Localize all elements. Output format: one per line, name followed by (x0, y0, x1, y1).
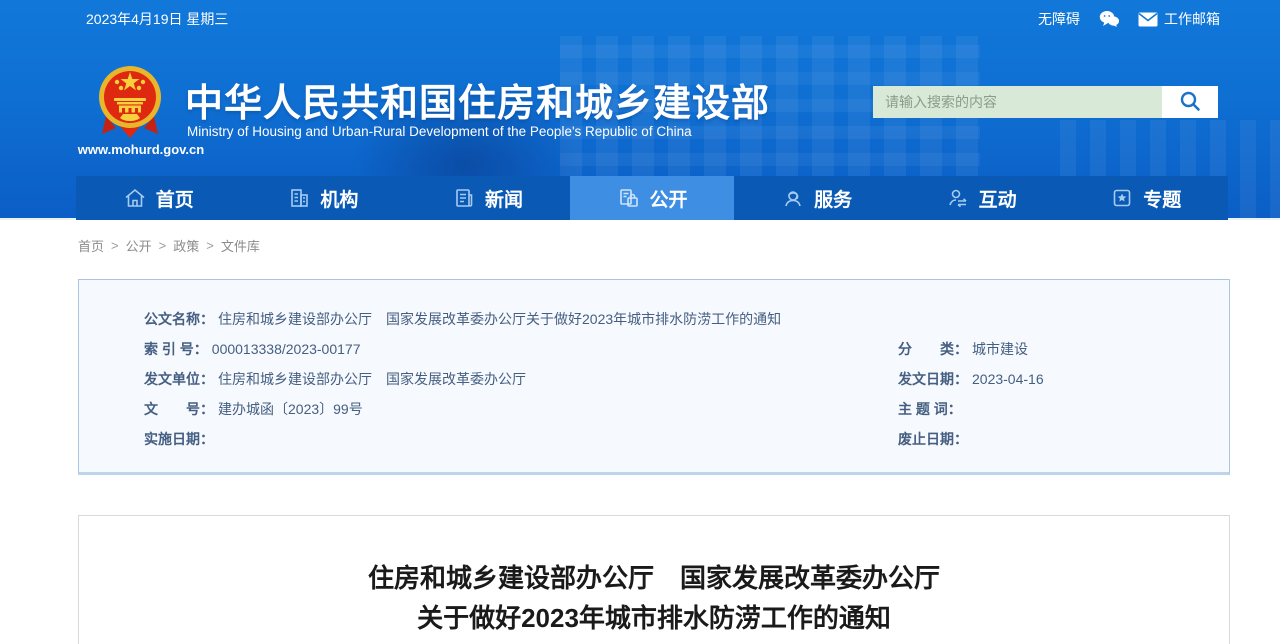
nav-tab-label: 专题 (1143, 189, 1182, 211)
keywords-label: 主 题 词： (898, 401, 962, 417)
home-icon (123, 186, 147, 210)
nav-tab-services[interactable]: 服务 (734, 176, 899, 220)
search-input[interactable] (873, 86, 1162, 118)
issue-date-label: 发文日期： (898, 371, 968, 387)
category-label: 分 类： (898, 341, 968, 357)
nav-tab-institutions[interactable]: 机构 (241, 176, 406, 220)
interaction-icon (946, 186, 970, 210)
index-no-value: 000013338/2023-00177 (211, 341, 361, 357)
repeal-date-label: 废止日期： (898, 431, 968, 447)
doc-number-value: 建办城函〔2023〕99号 (218, 401, 363, 417)
building-icon (287, 186, 311, 210)
breadcrumb-separator: > (158, 238, 167, 253)
current-date: 2023年4月19日 星期三 (86, 11, 229, 27)
meta-row-number-keywords: 文 号： 建办城函〔2023〕99号 主 题 词： (144, 394, 1189, 424)
nav-tab-label: 机构 (320, 189, 359, 211)
meta-row-impl-repeal: 实施日期： 废止日期： (144, 424, 1189, 454)
nav-tab-news[interactable]: 新闻 (405, 176, 570, 220)
wechat-icon[interactable] (1098, 10, 1120, 28)
service-icon (781, 186, 805, 210)
nav-tab-disclosure[interactable]: 公开 (569, 176, 735, 220)
breadcrumb-home[interactable]: 首页 (78, 236, 104, 255)
impl-date-label: 实施日期： (144, 431, 214, 447)
main-nav: 首页 机构 新闻 公开 服务 互动 专题 (76, 176, 1228, 220)
breadcrumb-separator: > (206, 238, 214, 253)
site-search (873, 86, 1218, 118)
site-title-english: Ministry of Housing and Urban-Rural Deve… (187, 124, 692, 139)
nav-tab-label: 服务 (814, 189, 853, 211)
index-no-label: 索 引 号： (144, 341, 208, 357)
issuing-unit-value: 住房和城乡建设部办公厅 国家发展改革委办公厅 (218, 371, 526, 387)
issuing-unit-label: 发文单位： (144, 371, 214, 387)
accessibility-link[interactable]: 无障碍 (1038, 9, 1080, 29)
document-content-box: 住房和城乡建设部办公厅 国家发展改革委办公厅 关于做好2023年城市排水防涝工作… (78, 515, 1230, 644)
document-title-line1: 住房和城乡建设部办公厅 国家发展改革委办公厅 (367, 563, 940, 593)
site-title: 中华人民共和国住房和城乡建设部 (185, 83, 771, 125)
site-url: www.mohurd.gov.cn (77, 142, 205, 157)
nav-tab-label: 互动 (978, 189, 1017, 211)
nav-tab-topics[interactable]: 专题 (1063, 176, 1228, 220)
nav-tab-label: 新闻 (484, 189, 523, 211)
search-icon (1179, 90, 1201, 115)
disclosure-icon (617, 186, 641, 210)
meta-row-index-category: 索 引 号： 000013338/2023-00177 分 类： 城市建设 (144, 334, 1189, 364)
envelope-icon (1138, 12, 1158, 27)
topics-icon (1110, 186, 1134, 210)
nav-tab-home[interactable]: 首页 (76, 176, 241, 220)
nav-tab-label: 首页 (155, 189, 194, 211)
top-utility-bar: 2023年4月19日 星期三 无障碍 工作邮箱 (0, 0, 1280, 38)
doc-number-label: 文 号： (144, 401, 214, 417)
doc-name-value: 住房和城乡建设部办公厅 国家发展改革委办公厅关于做好2023年城市排水防涝工作的… (218, 311, 782, 327)
meta-row-unit-date: 发文单位： 住房和城乡建设部办公厅 国家发展改革委办公厅 发文日期： 2023-… (144, 364, 1189, 394)
doc-name-label: 公文名称： (144, 311, 214, 327)
meta-row-doc-name: 公文名称： 住房和城乡建设部办公厅 国家发展改革委办公厅关于做好2023年城市排… (144, 304, 1189, 334)
breadcrumb-disclosure[interactable]: 公开 (126, 236, 152, 255)
search-button[interactable] (1162, 86, 1218, 118)
breadcrumb-policy[interactable]: 政策 (173, 236, 199, 255)
category-value: 城市建设 (972, 341, 1028, 357)
breadcrumb-document-library[interactable]: 文件库 (221, 236, 260, 255)
document-title-line2: 关于做好2023年城市排水防涝工作的通知 (417, 603, 891, 633)
nav-tab-interaction[interactable]: 互动 (899, 176, 1064, 220)
document-metadata-box: 公文名称： 住房和城乡建设部办公厅 国家发展改革委办公厅关于做好2023年城市排… (78, 279, 1230, 475)
issue-date-value: 2023-04-16 (972, 371, 1044, 387)
site-header: 2023年4月19日 星期三 无障碍 工作邮箱 www.mohurd.gov.c… (0, 0, 1280, 220)
national-emblem-logo (96, 64, 164, 147)
news-icon (452, 186, 476, 210)
breadcrumb-separator: > (111, 238, 119, 253)
breadcrumb: 首页 > 公开 > 政策 > 文件库 (78, 236, 1280, 255)
nav-tab-label: 公开 (649, 189, 688, 211)
work-mailbox-link[interactable]: 工作邮箱 (1138, 9, 1220, 29)
